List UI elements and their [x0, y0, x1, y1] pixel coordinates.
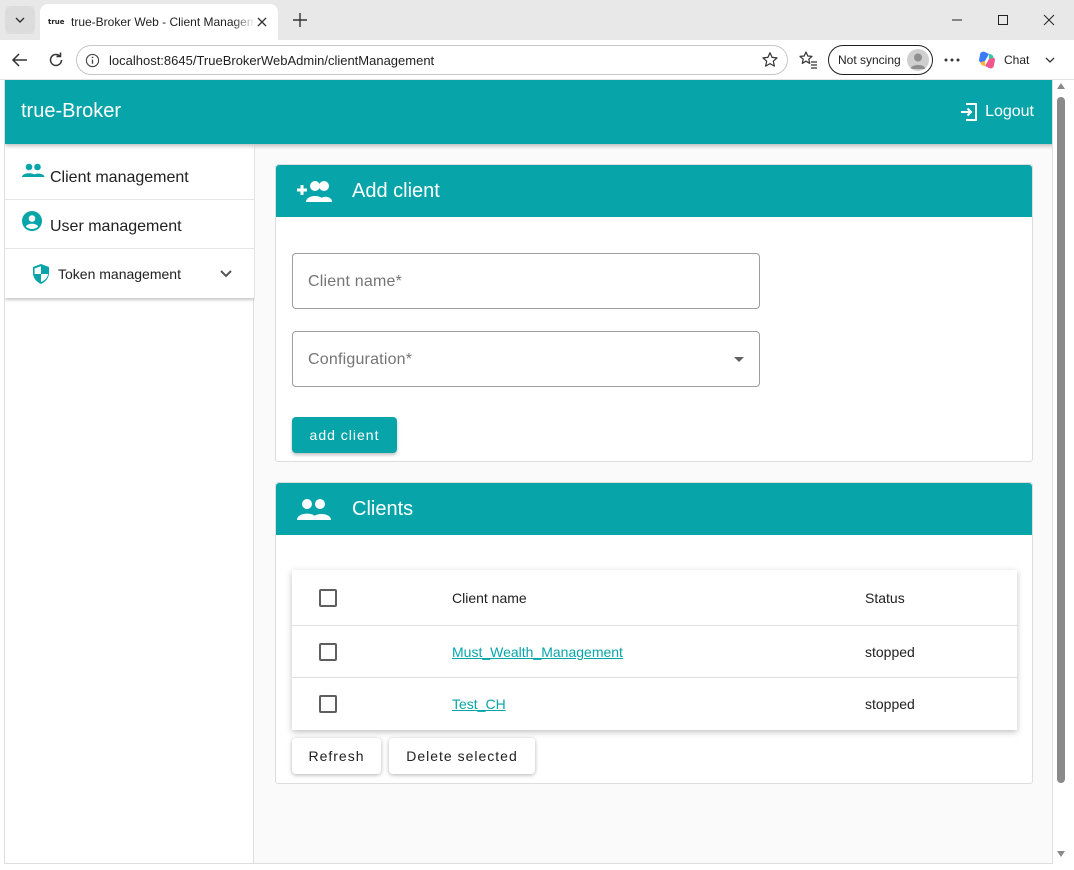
page-viewport: true-Broker Logout Client management Use…	[0, 80, 1074, 870]
maximize-icon	[998, 15, 1008, 25]
add-people-icon	[297, 181, 332, 202]
sidebar-nav: Client management User management Token …	[5, 144, 254, 298]
copilot-icon	[979, 51, 995, 69]
client-name-placeholder: Client name*	[308, 273, 403, 290]
client-name-input[interactable]: Client name*	[292, 253, 760, 309]
table-header-row: Client name Status	[292, 570, 1017, 626]
profile-sync-button[interactable]: Not syncing	[828, 45, 933, 75]
client-name-link[interactable]: Must_Wealth_Management	[452, 644, 623, 660]
client-status: stopped	[865, 696, 915, 712]
site-favicon-icon: true	[48, 18, 65, 26]
column-header-client-name: Client name	[452, 590, 527, 606]
tab-list-button[interactable]	[5, 6, 35, 34]
sidebar: Client management User management Token …	[5, 144, 254, 863]
browser-toolbar: localhost:8645/TrueBrokerWebAdmin/client…	[0, 40, 1074, 80]
page-scrollbar[interactable]	[1053, 80, 1070, 864]
clients-title: Clients	[352, 497, 414, 520]
app-header: true-Broker Logout	[5, 80, 1052, 144]
row-checkbox[interactable]	[319, 643, 337, 661]
scroll-up-arrow-icon[interactable]	[1057, 83, 1065, 89]
browser-tabstrip: true true-Broker Web - Client Management	[0, 0, 1074, 40]
plus-icon	[293, 13, 307, 27]
more-icon[interactable]	[940, 49, 964, 71]
avatar	[907, 49, 929, 71]
chevron-down-icon	[15, 17, 25, 23]
logout-button[interactable]: Logout	[959, 102, 1034, 122]
main-content: Add client Client name* Configuration* a…	[255, 144, 1052, 863]
tab-close-button[interactable]	[254, 14, 270, 30]
people-icon	[22, 163, 45, 177]
configuration-select[interactable]: Configuration*	[292, 331, 760, 387]
table-row: Must_Wealth_Management stopped	[292, 626, 1017, 678]
sidebar-item-user-management[interactable]: User management	[5, 200, 254, 249]
close-icon	[257, 17, 267, 27]
profile-sync-label: Not syncing	[838, 53, 901, 67]
back-button[interactable]	[8, 48, 32, 72]
add-client-card: Add client Client name* Configuration* a…	[275, 164, 1033, 462]
select-all-checkbox[interactable]	[319, 589, 337, 607]
people-icon	[297, 499, 331, 520]
sidebar-item-label: Token management	[58, 266, 181, 282]
app-root: true-Broker Logout Client management Use…	[4, 80, 1053, 864]
favorites-icon[interactable]	[797, 49, 819, 71]
add-client-card-header: Add client	[276, 165, 1032, 217]
clients-card-header: Clients	[276, 483, 1032, 535]
add-client-title: Add client	[352, 179, 440, 202]
close-window-button[interactable]	[1032, 6, 1066, 34]
reload-button[interactable]	[44, 48, 68, 72]
delete-selected-button[interactable]: Delete selected	[389, 738, 535, 774]
person-icon	[910, 53, 926, 69]
clients-card: Clients Client name Status Must_Wealth_M…	[275, 482, 1033, 784]
refresh-button[interactable]: Refresh	[292, 738, 381, 774]
client-status: stopped	[865, 644, 915, 660]
refresh-icon	[49, 52, 63, 67]
address-bar[interactable]: localhost:8645/TrueBrokerWebAdmin/client…	[76, 45, 788, 75]
logout-icon	[961, 103, 978, 121]
sidebar-item-token-management[interactable]: Token management	[5, 249, 254, 298]
chevron-down-icon[interactable]	[219, 269, 233, 279]
logout-label: Logout	[985, 103, 1034, 120]
app-brand-title: true-Broker	[21, 100, 122, 122]
client-name-link[interactable]: Test_CH	[452, 696, 506, 712]
sidebar-item-client-management[interactable]: Client management	[5, 144, 254, 200]
tab-title: true-Broker Web - Client Management	[71, 15, 255, 29]
minimize-icon	[952, 19, 962, 21]
sidebar-item-label: User management	[50, 218, 182, 235]
new-tab-button[interactable]	[288, 8, 312, 32]
chat-label: Chat	[1004, 53, 1030, 67]
account-circle-icon	[22, 211, 42, 231]
column-header-status: Status	[865, 590, 905, 606]
back-arrow-icon	[11, 53, 27, 67]
url-text[interactable]: localhost:8645/TrueBrokerWebAdmin/client…	[109, 53, 434, 68]
close-window-icon	[1043, 14, 1055, 26]
info-icon[interactable]	[85, 53, 100, 68]
scroll-down-arrow-icon[interactable]	[1057, 851, 1065, 857]
sidebar-item-label: Client management	[50, 169, 189, 186]
row-checkbox[interactable]	[319, 695, 337, 713]
star-icon[interactable]	[761, 51, 779, 69]
browser-tab-active[interactable]: true true-Broker Web - Client Management	[40, 4, 278, 40]
dropdown-arrow-icon	[734, 357, 744, 362]
shield-icon	[33, 264, 49, 284]
clients-table: Client name Status Must_Wealth_Managemen…	[292, 570, 1017, 730]
table-row: Test_CH stopped	[292, 678, 1017, 730]
minimize-button[interactable]	[940, 6, 974, 34]
configuration-placeholder: Configuration*	[308, 351, 413, 368]
add-client-button[interactable]: add client	[292, 417, 397, 453]
copilot-chat-button[interactable]: Chat	[976, 45, 1068, 75]
scrollbar-thumb[interactable]	[1057, 97, 1065, 783]
maximize-button[interactable]	[986, 6, 1020, 34]
chevron-down-icon[interactable]	[1044, 54, 1056, 66]
